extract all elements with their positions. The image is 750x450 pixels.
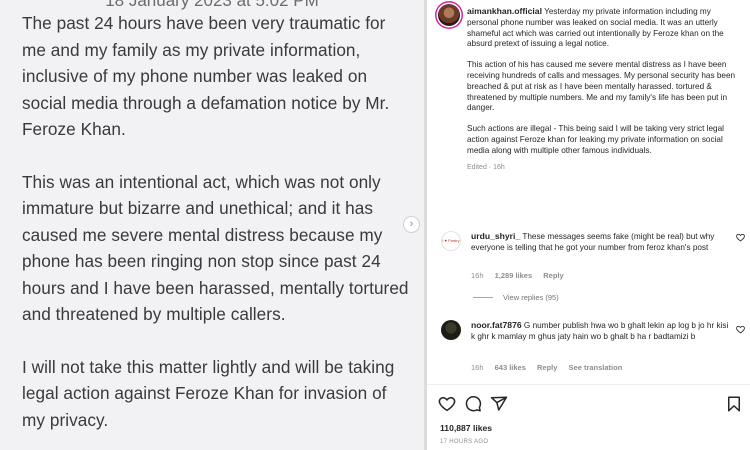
divider (427, 384, 750, 385)
caption-paragraph: aimankhan.official Yesterday my private … (467, 6, 737, 50)
heart-icon[interactable] (736, 233, 745, 244)
caption-paragraph: This action of his has caused me severe … (467, 60, 736, 113)
comment: I ♥ Poetry urdu_shyri_ These messages se… (441, 231, 745, 281)
heart-icon[interactable] (438, 395, 456, 413)
comment-username[interactable]: urdu_shyri_ (471, 231, 520, 241)
comment-time: 16h (471, 271, 484, 280)
comment-time: 16h (471, 363, 484, 372)
share-icon[interactable] (490, 395, 508, 413)
note-body: The past 24 hours have been very traumat… (22, 10, 412, 450)
note-paragraph: The past 24 hours have been very traumat… (22, 13, 390, 139)
note-paragraph: I will not take this matter lightly and … (22, 356, 395, 430)
see-translation-button[interactable]: See translation (569, 363, 623, 372)
chevron-right-icon[interactable]: › (403, 216, 420, 233)
comment-text: urdu_shyri_ These messages seems fake (m… (471, 231, 733, 254)
comment-username[interactable]: noor.fat7876 (471, 320, 522, 330)
comment-text: noor.fat7876 G number publish hwa wo b g… (471, 320, 733, 343)
caption-meta: Edited · 16h (467, 163, 505, 171)
reply-button[interactable]: Reply (537, 363, 557, 372)
caption-paragraph: Such actions are illegal - This being sa… (467, 124, 724, 155)
avatar[interactable] (438, 4, 460, 26)
post-image: 18 January 2023 at 5:02 PM The past 24 h… (0, 0, 424, 450)
heart-icon[interactable] (736, 325, 745, 336)
post-caption: aimankhan.official Yesterday my private … (467, 6, 737, 171)
comment-meta: 16h 1,289 likes Reply (471, 271, 573, 280)
likes-count[interactable]: 110,887 likes (440, 423, 492, 433)
view-replies-label[interactable]: View replies (95) (503, 293, 559, 302)
view-replies-button[interactable]: View replies (95) (473, 293, 559, 302)
comment-likes[interactable]: 1,289 likes (495, 271, 533, 280)
poetry-avatar-text: I ♥ Poetry (442, 238, 460, 243)
comments-panel: aimankhan.official Yesterday my private … (427, 0, 750, 450)
post-actions (438, 395, 743, 413)
comment: noor.fat7876 G number publish hwa wo b g… (441, 320, 745, 375)
note-paragraph: This was an intentional act, which was n… (22, 171, 409, 325)
avatar[interactable]: I ♥ Poetry (441, 231, 461, 251)
reply-button[interactable]: Reply (543, 271, 563, 280)
comment-icon[interactable] (464, 395, 482, 413)
divider (473, 297, 493, 298)
avatar[interactable] (441, 320, 461, 340)
comment-likes[interactable]: 643 likes (495, 363, 526, 372)
comment-meta: 16h 643 likes Reply See translation (471, 363, 631, 372)
post-time: 17 HOURS AGO (440, 439, 489, 445)
caption-username[interactable]: aimankhan.official (467, 6, 542, 16)
bookmark-icon[interactable] (725, 395, 743, 413)
